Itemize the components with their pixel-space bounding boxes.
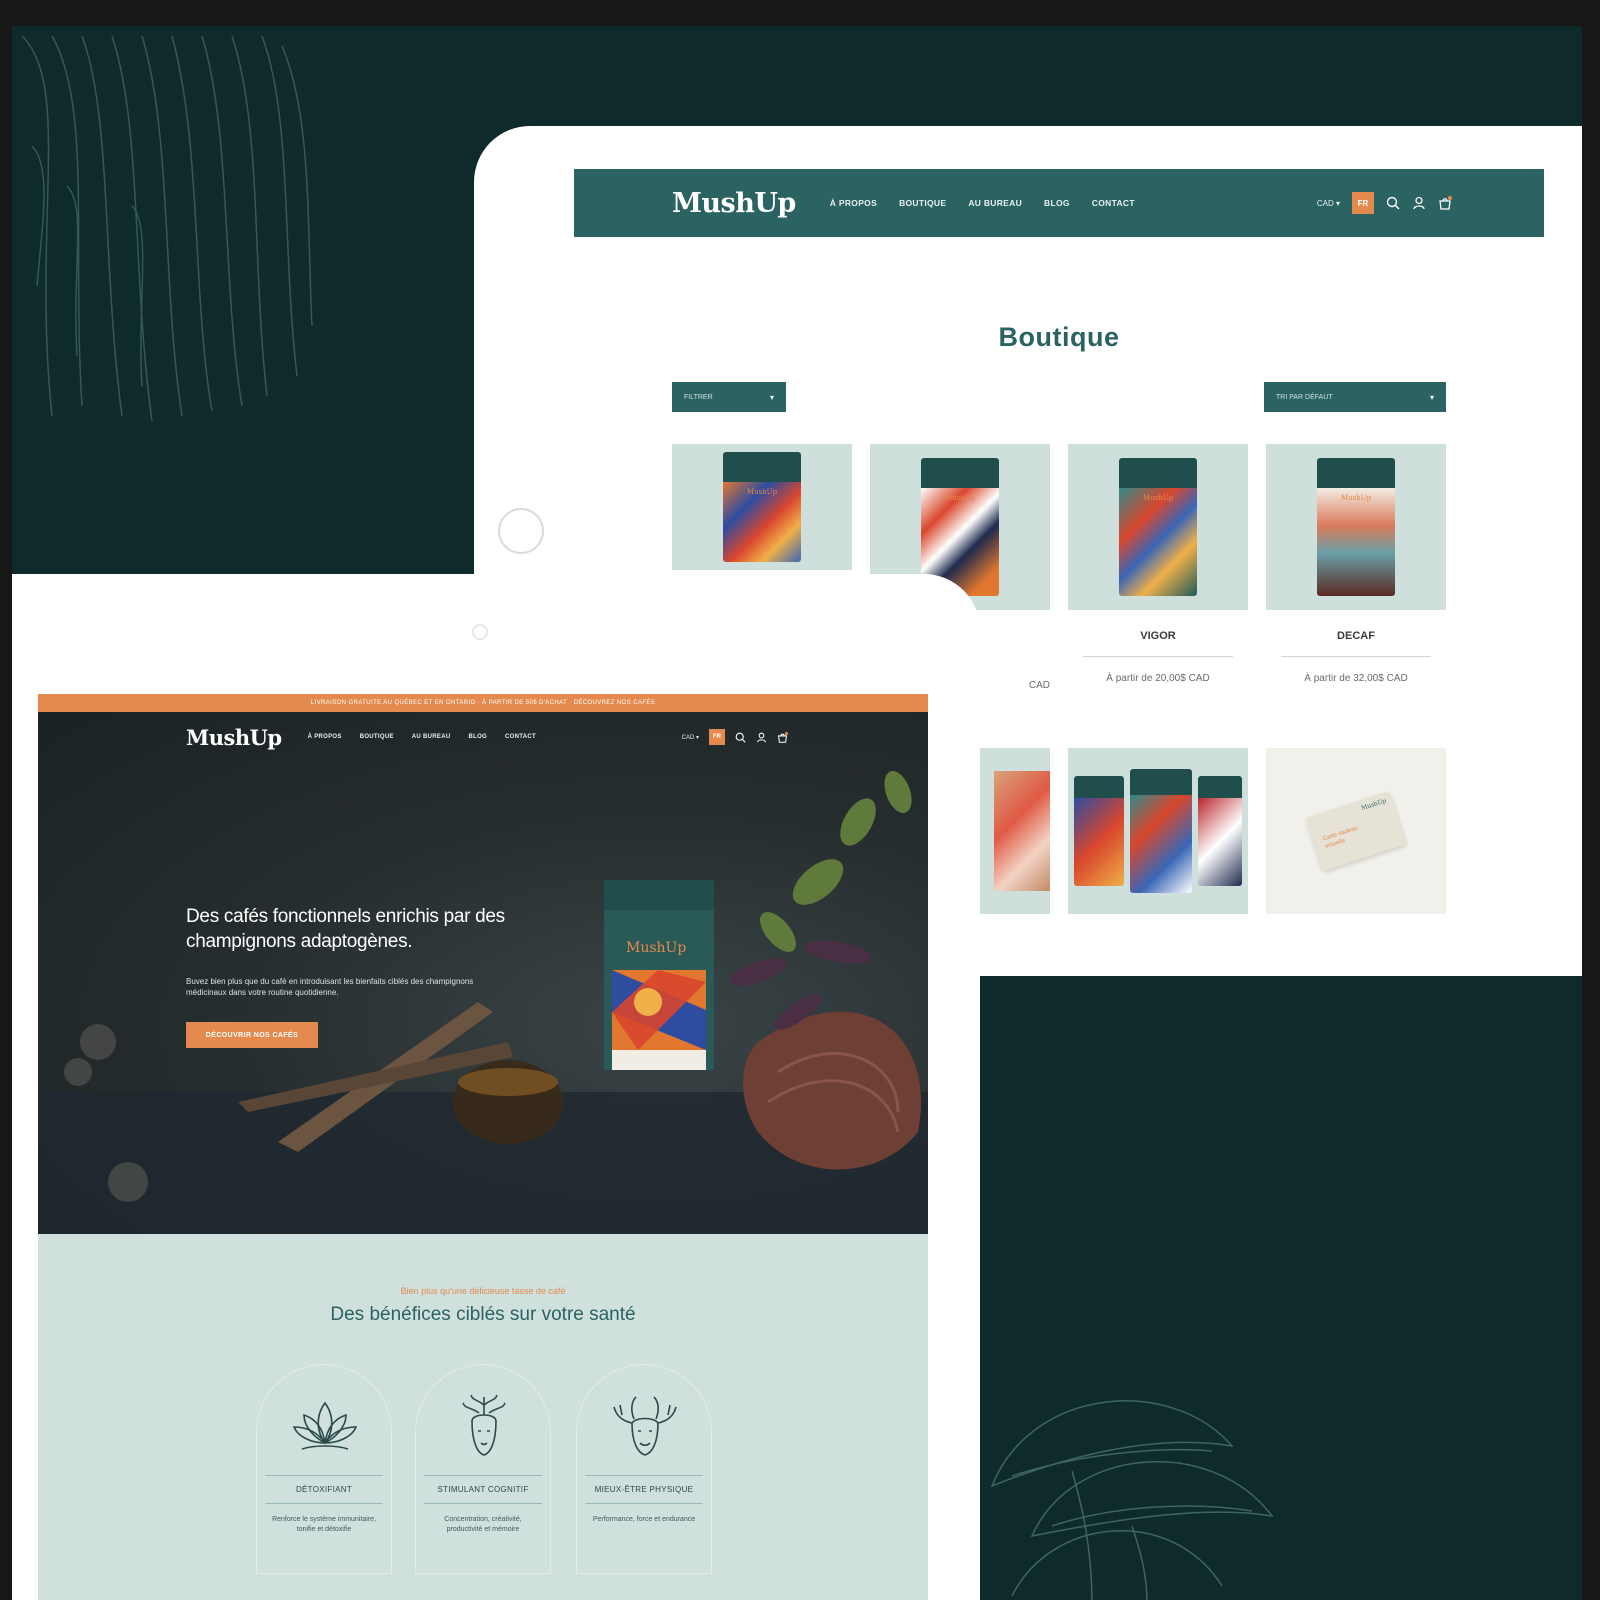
- showcase-canvas: MushUp À PROPOS BOUTIQUE AU BUREAU BLOG …: [12, 26, 1582, 1600]
- chevron-down-icon: ▾: [1429, 392, 1434, 402]
- home-header-tools: CAD ▾ FR: [682, 729, 788, 745]
- roots-illustration-icon: [21, 35, 313, 422]
- promo-banner[interactable]: LIVRAISON GRATUITE AU QUÉBEC ET EN ONTAR…: [38, 694, 928, 712]
- nav-au-bureau[interactable]: AU BUREAU: [968, 198, 1022, 208]
- benefit-description: Performance, force et endurance: [592, 1516, 696, 1523]
- benefit-description: Renforce le système immunitaire, tonifie…: [272, 1516, 376, 1533]
- filter-dropdown[interactable]: FILTRER ▾: [672, 382, 786, 412]
- product-image[interactable]: MushUp: [1068, 444, 1248, 610]
- benefit-card-detox[interactable]: DÉTOXIFIANT Renforce le système immunita…: [256, 1364, 392, 1574]
- cart-icon[interactable]: [1438, 196, 1452, 210]
- benefit-name: MIEUX-ÊTRE PHYSIQUE: [594, 1485, 694, 1494]
- sort-dropdown[interactable]: TRI PAR DÉFAUT ▾: [1264, 382, 1446, 412]
- coffee-tin-image: [1198, 776, 1242, 886]
- tablet-camera: [472, 624, 488, 640]
- account-icon[interactable]: [1412, 196, 1426, 210]
- product-image[interactable]: MushUp Carte-cadeau virtuelle: [1266, 748, 1446, 914]
- gift-card-image: MushUp Carte-cadeau virtuelle: [1305, 790, 1407, 872]
- coffee-tin-image: MushUp: [1119, 458, 1197, 596]
- nav-blog[interactable]: BLOG: [1044, 198, 1070, 208]
- language-toggle[interactable]: FR: [709, 729, 725, 745]
- product-card-vigor[interactable]: MushUp VIGOR À partir de 20,00$ CAD: [1068, 444, 1248, 684]
- currency-selector[interactable]: CAD ▾: [1317, 199, 1340, 208]
- product-card-bundle[interactable]: [1068, 748, 1248, 914]
- hero-headline: Des cafés fonctionnels enrichis par des …: [186, 906, 505, 952]
- language-toggle[interactable]: FR: [1352, 192, 1374, 214]
- tablet-home-page: LIVRAISON GRATUITE AU QUÉBEC ET EN ONTAR…: [12, 574, 980, 1600]
- home-logo[interactable]: MushUp: [186, 725, 282, 750]
- home-header: MushUp À PROPOS BOUTIQUE AU BUREAU BLOG …: [38, 712, 928, 762]
- search-icon[interactable]: [1386, 196, 1400, 210]
- coffee-tin-image: MushUp: [1317, 458, 1395, 596]
- chevron-down-icon: ▾: [769, 392, 774, 402]
- tablet-home-button[interactable]: [498, 508, 544, 554]
- cart-icon[interactable]: [777, 731, 788, 743]
- stag-icon: [613, 1396, 677, 1456]
- product-card[interactable]: MushUp: [672, 444, 852, 570]
- product-image[interactable]: [1068, 748, 1248, 914]
- coffee-bag-image: [994, 771, 1050, 891]
- product-name[interactable]: DECAF: [1266, 630, 1446, 642]
- coffee-tin-image: MushUp: [723, 452, 801, 562]
- benefits-section: Bien plus qu'une délicieuse tasse de caf…: [38, 1234, 928, 1600]
- shop-logo[interactable]: MushUp: [672, 188, 796, 219]
- nav-apropos[interactable]: À PROPOS: [830, 198, 877, 208]
- product-price: À partir de 20,00$ CAD: [1106, 673, 1210, 684]
- nav-blog[interactable]: BLOG: [468, 734, 487, 740]
- nav-contact[interactable]: CONTACT: [1092, 198, 1135, 208]
- benefit-card-physical[interactable]: MIEUX-ÊTRE PHYSIQUE Performance, force e…: [576, 1364, 712, 1574]
- hero-scene-image: [38, 770, 928, 1234]
- product-name[interactable]: VIGOR: [1068, 630, 1248, 642]
- benefit-card-cognitive[interactable]: STIMULANT COGNITIF Concentration, créati…: [415, 1364, 551, 1574]
- benefit-name: STIMULANT COGNITIF: [437, 1485, 529, 1494]
- coffee-tin-image: [1130, 769, 1192, 893]
- nav-contact[interactable]: CONTACT: [505, 734, 536, 740]
- face-sprout-icon: [462, 1394, 506, 1456]
- benefits-title: Des bénéfices ciblés sur votre santé: [330, 1304, 636, 1325]
- benefit-description: Concentration, créativité, productivité …: [444, 1516, 522, 1533]
- hero-section: MushUp MushUp À PROPOS BOUTIQUE AU BUREA…: [38, 712, 928, 1234]
- shop-header: MushUp À PROPOS BOUTIQUE AU BUREAU BLOG …: [574, 169, 1544, 237]
- nav-apropos[interactable]: À PROPOS: [308, 734, 342, 740]
- nav-boutique[interactable]: BOUTIQUE: [899, 198, 946, 208]
- shop-header-tools: CAD ▾ FR: [1317, 192, 1452, 214]
- tin-logo: MushUp: [626, 940, 687, 956]
- product-card-decaf[interactable]: MushUp DECAF À partir de 32,00$ CAD: [1266, 444, 1446, 684]
- discover-coffees-button[interactable]: DÉCOUVRIR NOS CAFÉS: [186, 1022, 318, 1048]
- product-image[interactable]: MushUp: [1266, 444, 1446, 610]
- product-card-gift-card[interactable]: MushUp Carte-cadeau virtuelle: [1266, 748, 1446, 914]
- filter-label: FILTRER: [684, 393, 713, 401]
- mushroom-illustration-icon: [990, 1400, 1274, 1600]
- home-main-nav: À PROPOS BOUTIQUE AU BUREAU BLOG CONTACT: [308, 734, 536, 740]
- benefits-eyebrow: Bien plus qu'une délicieuse tasse de caf…: [400, 1286, 566, 1296]
- hero-subtext: Buvez bien plus que du café en introduis…: [186, 977, 474, 997]
- sort-label: TRI PAR DÉFAUT: [1276, 393, 1333, 401]
- coffee-tin-image: [1074, 776, 1124, 886]
- shop-main-nav: À PROPOS BOUTIQUE AU BUREAU BLOG CONTACT: [830, 198, 1135, 208]
- account-icon[interactable]: [756, 732, 767, 743]
- product-price: À partir de 32,00$ CAD: [1304, 673, 1408, 684]
- lotus-icon: [292, 1401, 358, 1450]
- search-icon[interactable]: [735, 732, 746, 743]
- currency-selector[interactable]: CAD ▾: [682, 734, 699, 741]
- nav-au-bureau[interactable]: AU BUREAU: [412, 734, 451, 740]
- page-title: Boutique: [998, 322, 1120, 352]
- benefit-name: DÉTOXIFIANT: [295, 1485, 353, 1494]
- product-image[interactable]: MushUp: [672, 444, 852, 570]
- nav-boutique[interactable]: BOUTIQUE: [360, 734, 394, 740]
